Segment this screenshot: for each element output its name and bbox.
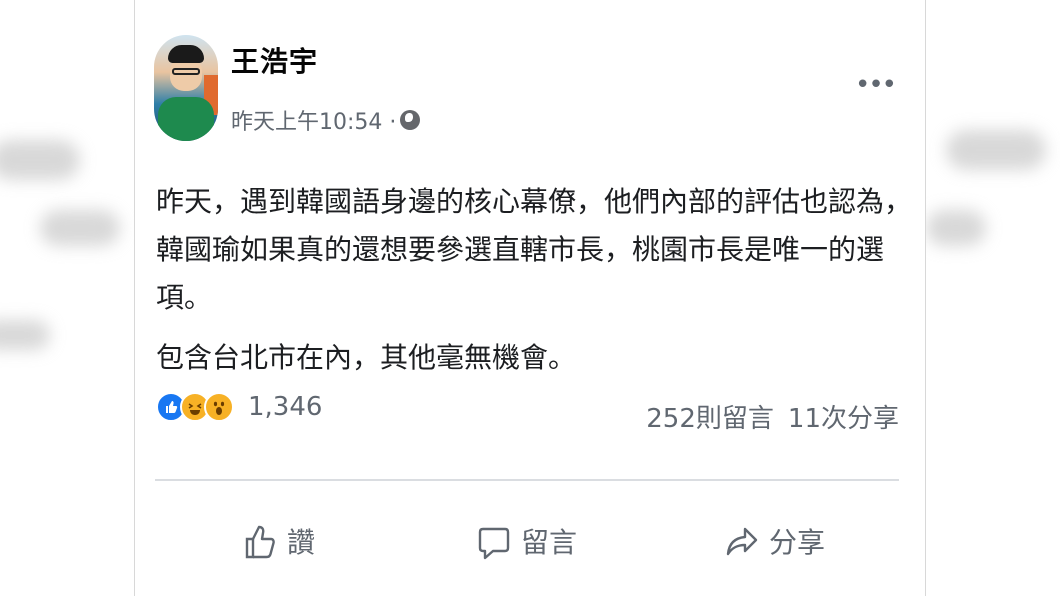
background-blur-left [0,0,134,596]
author-avatar[interactable] [154,35,218,141]
background-blur-right [926,0,1060,596]
wow-icon [204,392,234,422]
share-button[interactable]: 分享 [651,505,899,577]
action-bar: 讚 留言 分享 [155,505,899,577]
engagement-stats: 252則留言 11次分享 [646,398,899,435]
post-paragraph: 包含台北市在內，其他毫無機會。 [156,341,577,374]
post-body: 昨天，遇到韓國語身邊的核心幕僚，他們內部的評估也認為，韓國瑜如果真的還想要參選直… [156,178,916,394]
author-name[interactable]: 王浩宇 [231,40,318,80]
post-timestamp[interactable]: 昨天上午10:54 · [231,104,396,136]
like-label: 讚 [286,526,315,559]
like-button[interactable]: 讚 [155,505,403,577]
comment-button[interactable]: 留言 [403,505,651,577]
comment-label: 留言 [520,526,577,559]
comment-bubble-icon [478,527,510,560]
post-paragraph: 昨天，遇到韓國語身邊的核心幕僚，他們內部的評估也認為，韓國瑜如果真的還想要參選直… [156,185,913,314]
thumbs-up-icon [245,525,275,559]
share-label: 分享 [768,526,825,559]
more-options-icon[interactable]: ••• [855,70,897,100]
reactions-summary[interactable]: 1,346 [156,392,322,422]
share-arrow-icon [726,527,758,556]
comment-count[interactable]: 252則留言 [646,398,774,435]
share-count[interactable]: 11次分享 [788,398,899,435]
post-card: 王浩宇 昨天上午10:54 · ••• 昨天，遇到韓國語身邊的核心幕僚，他們內部… [134,0,926,596]
divider [155,479,899,481]
post-meta: 昨天上午10:54 · [231,104,421,136]
globe-icon [400,110,421,130]
reaction-count[interactable]: 1,346 [248,392,322,422]
